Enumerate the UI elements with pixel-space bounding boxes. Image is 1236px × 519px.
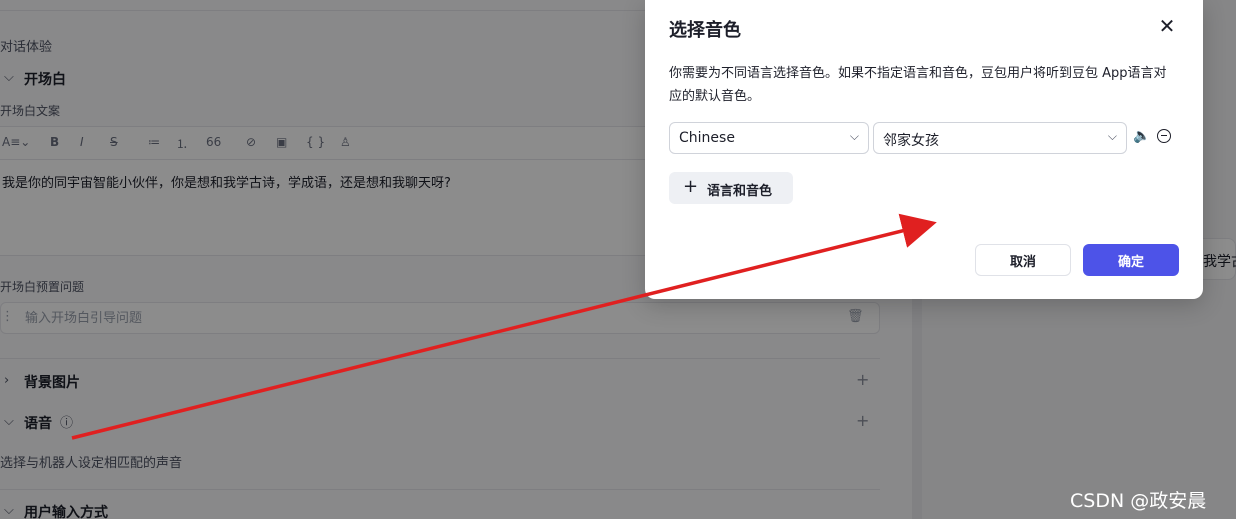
voice-select[interactable]: 邻家女孩 ⌵ — [873, 122, 1127, 154]
voice-value: 邻家女孩 — [883, 133, 939, 149]
dialog-description: 你需要为不同语言选择音色。如果不指定语言和音色，豆包用户将听到豆包 App语言对… — [669, 66, 1167, 104]
cancel-button[interactable]: 取消 — [975, 244, 1071, 276]
add-language-voice-label: 语言和音色 — [707, 184, 773, 199]
speaker-icon[interactable]: 🔈 — [1133, 128, 1150, 144]
chevron-down-icon: ⌵ — [1107, 129, 1117, 143]
remove-icon[interactable] — [1157, 129, 1171, 143]
select-voice-dialog: 选择音色 ✕ 你需要为不同语言选择音色。如果不指定语言和音色，豆包用户将听到豆包… — [645, 0, 1203, 299]
add-language-voice-button[interactable]: + 语言和音色 — [669, 172, 793, 204]
watermark: CSDN @政安晨 — [1070, 490, 1207, 512]
plus-icon: + — [683, 176, 699, 197]
chevron-down-icon: ⌵ — [849, 129, 859, 143]
close-icon[interactable]: ✕ — [1155, 14, 1179, 38]
language-select[interactable]: Chinese ⌵ — [669, 122, 869, 154]
language-value: Chinese — [679, 130, 735, 146]
confirm-button[interactable]: 确定 — [1083, 244, 1179, 276]
dialog-title: 选择音色 — [669, 20, 741, 41]
